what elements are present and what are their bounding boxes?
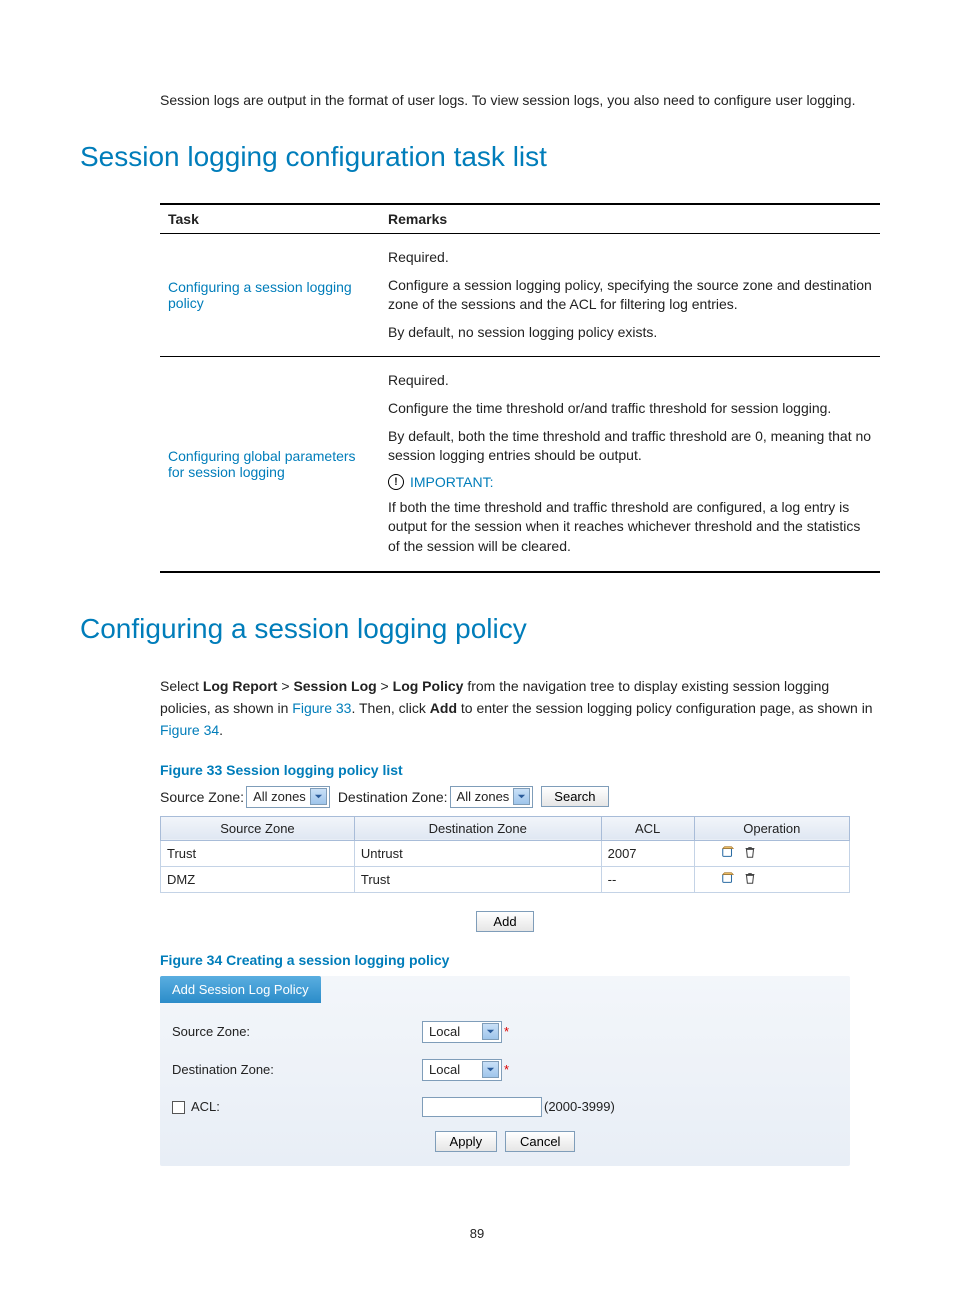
table-row: DMZ Trust -- <box>161 866 850 892</box>
task2-p1: Required. <box>388 371 872 391</box>
acl-input[interactable] <box>422 1097 542 1117</box>
dst-zone-label: Destination Zone: <box>338 789 448 805</box>
add-policy-tab[interactable]: Add Session Log Policy <box>160 976 321 1003</box>
required-star: * <box>504 1024 509 1039</box>
col-src: Source Zone <box>161 816 355 840</box>
edit-icon[interactable] <box>721 871 735 885</box>
figure-34-caption: Figure 34 Creating a session logging pol… <box>160 952 874 968</box>
task1-p2: Configure a session logging policy, spec… <box>388 276 872 315</box>
required-star: * <box>504 1062 509 1077</box>
heading-config-policy: Configuring a session logging policy <box>80 613 874 645</box>
acl-range: (2000-3999) <box>544 1099 615 1114</box>
src-zone-label: Source Zone: <box>160 789 244 805</box>
task-link-global[interactable]: Configuring global parameters for sessio… <box>160 357 380 572</box>
task1-p3: By default, no session logging policy ex… <box>388 323 872 343</box>
chevron-down-icon <box>310 788 327 805</box>
apply-button[interactable]: Apply <box>435 1131 498 1152</box>
acl-checkbox[interactable] <box>172 1101 185 1114</box>
task-table: Task Remarks Configuring a session loggi… <box>160 203 880 573</box>
figure-33-caption: Figure 33 Session logging policy list <box>160 762 874 778</box>
chevron-down-icon <box>482 1023 499 1040</box>
th-remarks: Remarks <box>380 204 880 234</box>
edit-icon[interactable] <box>721 845 735 859</box>
f34-src-select[interactable]: Local <box>422 1021 502 1043</box>
col-op: Operation <box>694 816 849 840</box>
chevron-down-icon <box>513 788 530 805</box>
f34-dst-select[interactable]: Local <box>422 1059 502 1081</box>
col-acl: ACL <box>601 816 694 840</box>
dst-zone-select[interactable]: All zones <box>450 786 534 808</box>
policy-grid: Source Zone Destination Zone ACL Operati… <box>160 816 850 893</box>
important-label: IMPORTANT: <box>410 474 494 490</box>
cancel-button[interactable]: Cancel <box>505 1131 575 1152</box>
f34-acl-label: ACL: <box>172 1099 422 1114</box>
task2-remarks: Required. Configure the time threshold o… <box>380 357 880 572</box>
body-paragraph: Select Log Report > Session Log > Log Po… <box>160 675 874 742</box>
important-icon: ! <box>388 474 404 490</box>
f34-dst-label: Destination Zone: <box>172 1062 422 1077</box>
th-task: Task <box>160 204 380 234</box>
chevron-down-icon <box>482 1061 499 1078</box>
link-figure-34[interactable]: Figure 34 <box>160 722 219 738</box>
trash-icon[interactable] <box>743 871 757 885</box>
intro-text: Session logs are output in the format of… <box>160 90 874 111</box>
heading-task-list: Session logging configuration task list <box>80 141 874 173</box>
task1-remarks: Required. Configure a session logging po… <box>380 234 880 357</box>
table-row: Trust Untrust 2007 <box>161 840 850 866</box>
task2-p4: If both the time threshold and traffic t… <box>388 498 872 557</box>
col-dst: Destination Zone <box>354 816 601 840</box>
task-link-policy[interactable]: Configuring a session logging policy <box>160 234 380 357</box>
src-zone-select[interactable]: All zones <box>246 786 330 808</box>
search-button[interactable]: Search <box>541 786 608 807</box>
task2-p2: Configure the time threshold or/and traf… <box>388 399 872 419</box>
figure-34: Add Session Log Policy Source Zone: Loca… <box>160 976 874 1166</box>
trash-icon[interactable] <box>743 845 757 859</box>
link-figure-33[interactable]: Figure 33 <box>292 700 351 716</box>
f34-src-label: Source Zone: <box>172 1024 422 1039</box>
add-button[interactable]: Add <box>476 911 533 932</box>
figure-33: Source Zone: All zones Destination Zone:… <box>160 786 874 932</box>
page-number: 89 <box>80 1226 874 1241</box>
task1-p1: Required. <box>388 248 872 268</box>
task2-p3: By default, both the time threshold and … <box>388 427 872 466</box>
